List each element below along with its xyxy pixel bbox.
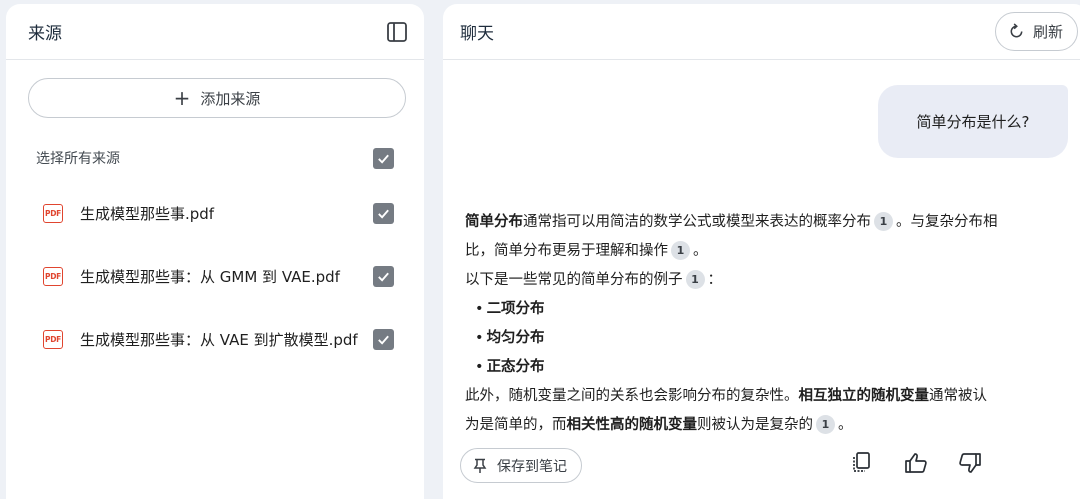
sources-panel: 来源 + 添加来源 选择所有来源 PDF 生成模型那些事.pdf PDF 生成模… [6, 4, 424, 499]
source-checkbox[interactable] [373, 202, 394, 224]
answer-bold-term: 相互独立的随机变量 [798, 388, 930, 404]
add-source-button[interactable]: + 添加来源 [28, 78, 406, 118]
select-all-checkbox[interactable] [373, 147, 394, 169]
source-item[interactable]: PDF 生成模型那些事：从 VAE 到扩散模型.pdf [6, 324, 424, 354]
thumb-up-icon[interactable] [903, 450, 929, 476]
answer-bold-term: 相关性高的随机变量 [566, 417, 698, 433]
answer-bold-term: 简单分布 [465, 214, 523, 230]
answer-text: 此外，随机变量之间的关系也会影响分布的复杂性。 [465, 388, 799, 404]
thumb-down-icon[interactable] [957, 450, 983, 476]
chat-panel: 聊天 刷新 简单分布是什么? 简单分布通常指可以用简洁的数学公式或模型来表达的概… [443, 4, 1080, 499]
answer-text: 以下是一些常见的简单分布的例子 [465, 272, 683, 288]
answer-paragraph: 简单分布通常指可以用简洁的数学公式或模型来表达的概率分布 1 。与复杂分布相比，简单… [465, 208, 1005, 266]
select-all-row: 选择所有来源 [6, 143, 424, 173]
pdf-icon: PDF [43, 266, 63, 286]
plus-icon: + [173, 86, 191, 110]
assistant-answer: 简单分布通常指可以用简洁的数学公式或模型来表达的概率分布 1 。与复杂分布相比，简单… [465, 208, 1005, 440]
chat-header: 聊天 [443, 4, 1080, 60]
citation-badge[interactable]: 1 [874, 212, 893, 231]
list-item: 二项分布 [465, 295, 1005, 324]
chat-title: 聊天 [460, 24, 494, 44]
user-message-text: 简单分布是什么? [916, 113, 1030, 131]
source-name: 生成模型那些事：从 VAE 到扩散模型.pdf [80, 330, 358, 349]
check-icon [378, 272, 389, 282]
source-checkbox[interactable] [373, 265, 394, 287]
citation-badge[interactable]: 1 [816, 415, 835, 434]
answer-text: 通常指可以用简洁的数学公式或模型来表达的概率分布 [523, 214, 871, 230]
save-to-note-label: 保存到笔记 [497, 458, 567, 475]
source-item[interactable]: PDF 生成模型那些事.pdf [6, 198, 424, 228]
answer-paragraph: 此外，随机变量之间的关系也会影响分布的复杂性。相互独立的随机变量通常被认为是简单… [465, 382, 995, 440]
source-name: 生成模型那些事：从 GMM 到 VAE.pdf [80, 267, 340, 286]
citation-badge[interactable]: 1 [671, 241, 690, 260]
pdf-icon: PDF [43, 329, 63, 349]
sources-header: 来源 [6, 4, 424, 60]
refresh-label: 刷新 [1032, 23, 1063, 41]
answer-text: 则被认为是复杂的 [697, 417, 813, 433]
source-name: 生成模型那些事.pdf [80, 204, 215, 223]
sources-title: 来源 [28, 24, 62, 44]
check-icon [378, 335, 389, 345]
list-item: 正态分布 [465, 353, 1005, 382]
answer-list: 二项分布 均匀分布 正态分布 [465, 295, 1005, 382]
refresh-button[interactable]: 刷新 [994, 12, 1078, 51]
panel-collapse-icon[interactable] [386, 21, 408, 43]
check-icon [378, 154, 389, 164]
answer-text: 。 [838, 417, 853, 433]
source-item[interactable]: PDF 生成模型那些事：从 GMM 到 VAE.pdf [6, 261, 424, 291]
source-checkbox[interactable] [373, 328, 394, 350]
pin-icon [473, 458, 487, 473]
citation-badge[interactable]: 1 [685, 270, 705, 289]
select-all-label: 选择所有来源 [36, 151, 120, 167]
pdf-icon: PDF [43, 203, 63, 223]
answer-text: 。 [693, 243, 708, 259]
list-item: 均匀分布 [465, 324, 1005, 353]
answer-text: ： [707, 272, 723, 288]
copy-icon[interactable] [849, 450, 875, 476]
refresh-icon [1010, 23, 1023, 38]
answer-paragraph: 以下是一些常见的简单分布的例子 1： [465, 266, 1005, 295]
user-message-bubble: 简单分布是什么? [878, 85, 1068, 158]
add-source-label: 添加来源 [200, 89, 261, 108]
check-icon [378, 209, 389, 219]
save-to-note-button[interactable]: 保存到笔记 [460, 448, 582, 483]
